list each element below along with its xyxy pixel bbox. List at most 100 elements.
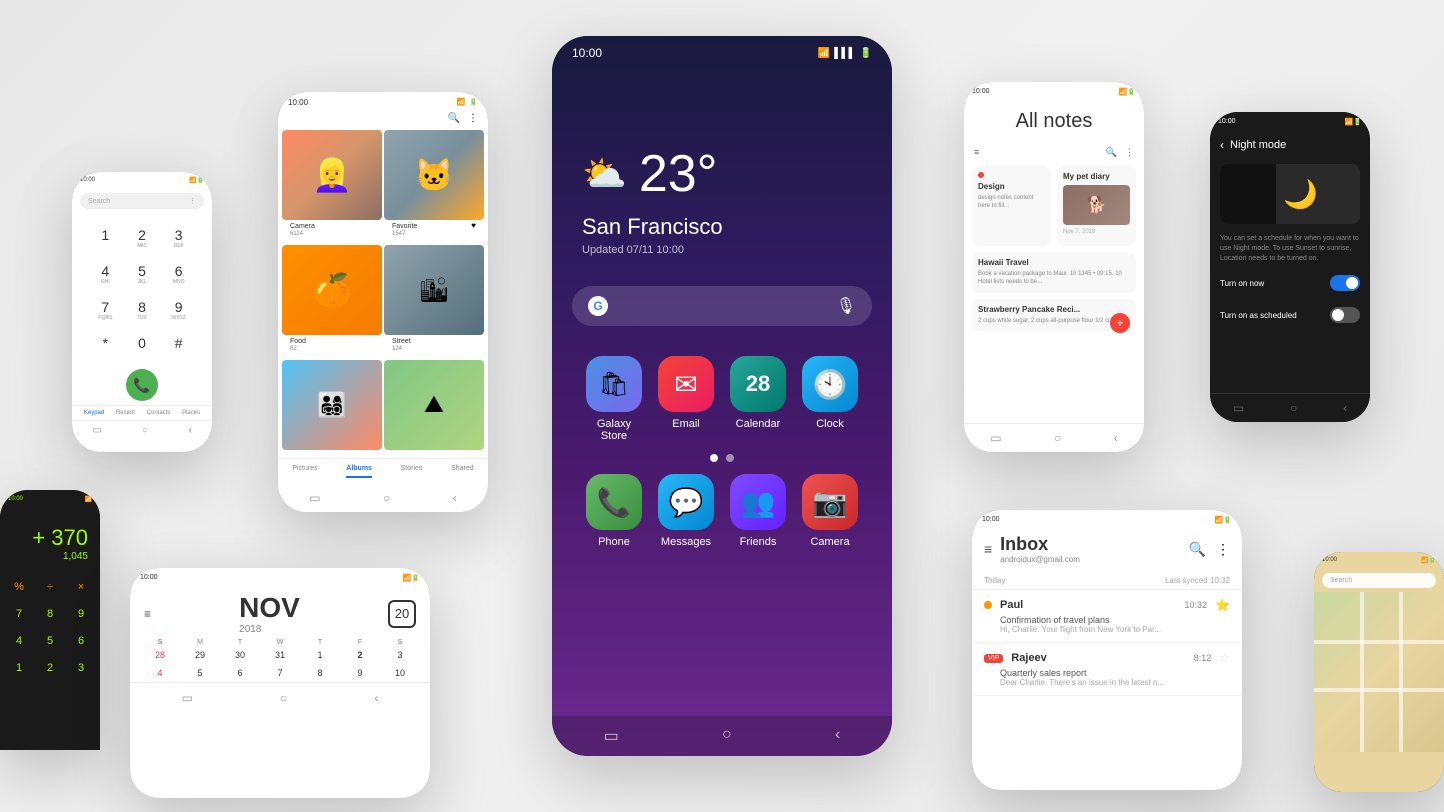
key-0[interactable]: 0	[125, 329, 160, 357]
key-8[interactable]: 8TUV	[125, 293, 160, 327]
cal-day-4[interactable]: 4	[140, 664, 180, 682]
cal-day-31[interactable]: 31	[260, 646, 300, 664]
calc-btn-9[interactable]: 9	[66, 601, 96, 627]
cal-today-badge[interactable]: 20	[388, 600, 416, 628]
note-hawaii[interactable]: Hawaii Travel Book a vacation package to…	[972, 252, 1136, 293]
note-pet-diary[interactable]: My pet diary 🐕 Nov 7, 2018	[1057, 166, 1136, 246]
nav-recent-icon[interactable]: ▭	[604, 726, 619, 746]
cal-nav-recent[interactable]: ▭	[182, 691, 193, 705]
gallery-more-icon[interactable]: ⋮	[468, 113, 478, 124]
key-4[interactable]: 4GHI	[88, 257, 123, 291]
calc-btn-2[interactable]: 2	[35, 655, 65, 681]
key-3[interactable]: 3DEF	[161, 221, 196, 255]
calc-btn-1[interactable]: 1	[4, 655, 34, 681]
toggle-scheduled[interactable]	[1330, 307, 1360, 323]
tab-places[interactable]: Places	[182, 410, 200, 416]
email-menu-icon[interactable]: ≡	[984, 541, 992, 557]
app-clock[interactable]: 🕙 Clock	[802, 356, 858, 442]
cal-day-3[interactable]: 3	[380, 646, 420, 664]
cal-nav-back[interactable]: ‹	[374, 691, 378, 705]
calc-btn-x[interactable]: ×	[66, 574, 96, 600]
gallery-item-favorite[interactable]: 🐱 Favorite ♥ 1547	[384, 130, 484, 243]
cal-nav-home[interactable]: ○	[280, 691, 287, 705]
keypad-search[interactable]: Search ⋮	[80, 193, 204, 209]
calc-btn-3[interactable]: 3	[66, 655, 96, 681]
search-more[interactable]: ⋮	[189, 197, 196, 205]
call-button[interactable]: 📞	[126, 369, 158, 401]
calc-btn-6[interactable]: 6	[66, 628, 96, 654]
gallery-item-6[interactable]: ⛰	[384, 360, 484, 450]
key-2[interactable]: 2ABC	[125, 221, 160, 255]
key-9[interactable]: 9WXYZ	[161, 293, 196, 327]
notes-menu-icon[interactable]: ≡	[974, 147, 979, 158]
note-strawberry[interactable]: Strawberry Pancake Reci... 2 cups white …	[972, 299, 1136, 331]
gallery-item-food[interactable]: 🍊 Food 82	[282, 245, 382, 358]
tab-shared[interactable]: Shared	[451, 465, 474, 478]
night-back-icon[interactable]: ‹	[1220, 138, 1224, 152]
night-nav-back[interactable]: ‹	[1343, 401, 1347, 415]
tab-albums[interactable]: Albums	[346, 465, 372, 478]
gallery-nav-recent[interactable]: ▭	[309, 491, 320, 505]
cal-day-5[interactable]: 5	[180, 664, 220, 682]
email-search-icon[interactable]: 🔍	[1189, 541, 1206, 558]
tab-recent[interactable]: Recent	[116, 410, 135, 416]
nav-home-icon[interactable]: ○	[722, 726, 732, 746]
app-galaxy-store[interactable]: 🛍 GalaxyStore	[586, 356, 642, 442]
app-calendar[interactable]: 28 Calendar	[730, 356, 786, 442]
key-1[interactable]: 1	[88, 221, 123, 255]
notes-nav-recent[interactable]: ▭	[990, 431, 1001, 445]
app-camera[interactable]: 📷 Camera	[802, 474, 858, 548]
calc-btn-divide[interactable]: ÷	[35, 574, 65, 600]
night-nav-recent[interactable]: ▭	[1233, 401, 1244, 415]
cal-day-9[interactable]: 9	[340, 664, 380, 682]
cal-day-10[interactable]: 10	[380, 664, 420, 682]
email-item-paul[interactable]: Paul 10:32 ⭐ Confirmation of travel plan…	[972, 590, 1242, 643]
key-star[interactable]: *	[88, 329, 123, 357]
tab-keypad[interactable]: Keypad	[84, 410, 104, 416]
cal-day-29[interactable]: 29	[180, 646, 220, 664]
app-email[interactable]: ✉ Email	[658, 356, 714, 442]
keypad-nav-back[interactable]: ‹	[188, 425, 191, 436]
notes-more-icon[interactable]: ⋮	[1125, 147, 1134, 158]
key-5[interactable]: 5JKL	[125, 257, 160, 291]
nav-back-icon[interactable]: ‹	[835, 726, 840, 746]
night-nav-home[interactable]: ○	[1290, 401, 1297, 415]
cal-day-8[interactable]: 8	[300, 664, 340, 682]
notes-search-icon[interactable]: 🔍	[1106, 147, 1117, 158]
gallery-search-icon[interactable]: 🔍	[448, 113, 460, 124]
email-paul-star[interactable]: ⭐	[1215, 598, 1230, 612]
calc-btn-4[interactable]: 4	[4, 628, 34, 654]
app-messages[interactable]: 💬 Messages	[658, 474, 714, 548]
keypad-nav-home[interactable]: ○	[142, 425, 148, 436]
tab-pictures[interactable]: Pictures	[292, 465, 317, 478]
calc-btn-8[interactable]: 8	[35, 601, 65, 627]
gallery-item-camera[interactable]: 👱‍♀️ Camera 6114	[282, 130, 382, 243]
cal-day-2[interactable]: 2	[340, 646, 380, 664]
notes-nav-home[interactable]: ○	[1054, 431, 1061, 445]
calc-btn-5[interactable]: 5	[35, 628, 65, 654]
cal-day-28[interactable]: 28	[140, 646, 180, 664]
key-hash[interactable]: #	[161, 329, 196, 357]
cal-day-7[interactable]: 7	[260, 664, 300, 682]
key-7[interactable]: 7PQRS	[88, 293, 123, 327]
email-more-icon[interactable]: ⋮	[1216, 541, 1230, 558]
map-search-bar[interactable]: Search	[1322, 573, 1436, 588]
email-item-rajeev[interactable]: VIP Rajeev 8:12 ☆ Quarterly sales report…	[972, 643, 1242, 696]
gallery-nav-back[interactable]: ‹	[453, 491, 457, 505]
toggle-on[interactable]	[1330, 275, 1360, 291]
notes-nav-back[interactable]: ‹	[1114, 431, 1118, 445]
key-6[interactable]: 6MNO	[161, 257, 196, 291]
calc-btn-7[interactable]: 7	[4, 601, 34, 627]
keypad-nav-recent[interactable]: ▭	[92, 425, 101, 436]
gallery-item-5[interactable]: 👨‍👩‍👧‍👦	[282, 360, 382, 450]
gallery-nav-home[interactable]: ○	[383, 491, 390, 505]
gallery-item-street[interactable]: 🏙 Street 124	[384, 245, 484, 358]
cal-menu-icon[interactable]: ≡	[144, 607, 151, 621]
cal-day-1[interactable]: 1	[300, 646, 340, 664]
app-friends[interactable]: 👥 Friends	[730, 474, 786, 548]
cal-day-6[interactable]: 6	[220, 664, 260, 682]
tab-stories[interactable]: Stories	[401, 465, 423, 478]
calc-btn-percent[interactable]: %	[4, 574, 34, 600]
tab-contacts[interactable]: Contacts	[147, 410, 171, 416]
google-search-bar[interactable]: G 🎙	[572, 286, 872, 326]
